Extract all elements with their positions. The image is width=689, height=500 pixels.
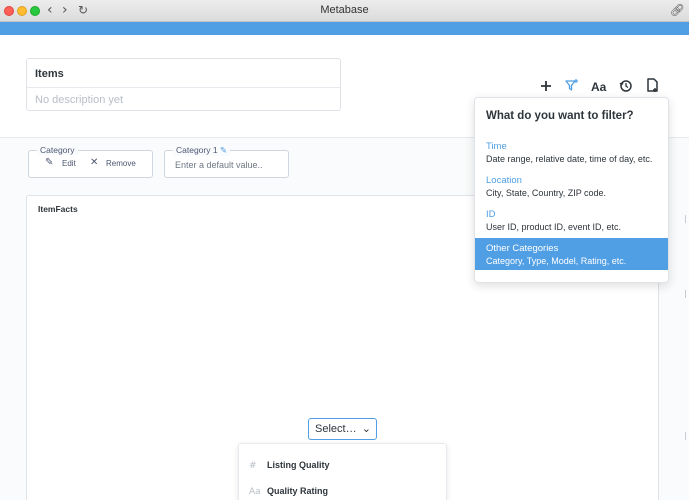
category-filter-widget[interactable]: Category ✎ Edit ✕ Remove xyxy=(28,145,153,178)
plus-icon[interactable] xyxy=(539,79,553,93)
option-description: Category, Type, Model, Rating, etc. xyxy=(486,256,627,266)
text-field-icon: Aa xyxy=(249,487,261,497)
window-title: Metabase xyxy=(320,4,369,16)
link-icon[interactable]: 🔗︎ xyxy=(670,3,685,17)
category-1-filter-widget[interactable]: Category 1 ✎ Enter a default value.. xyxy=(164,145,289,178)
popover-heading: What do you want to filter? xyxy=(486,110,634,122)
list-item[interactable]: # Listing Quality xyxy=(249,460,330,471)
option-name: ID xyxy=(486,209,496,220)
filter-option-other-categories[interactable]: Other Categories Category, Type, Model, … xyxy=(475,238,668,270)
filter-option-id[interactable]: ID User ID, product ID, event ID, etc. xyxy=(475,207,668,239)
pencil-icon[interactable]: ✎ xyxy=(220,146,227,156)
filter-option-time[interactable]: Time Date range, relative date, time of … xyxy=(475,139,668,171)
default-value-input[interactable]: Enter a default value.. xyxy=(175,160,263,170)
dashboard-title-card[interactable]: Items No description yet xyxy=(26,58,341,111)
right-edge-area xyxy=(669,138,689,500)
text-card-icon[interactable]: Aa xyxy=(591,79,606,95)
filter-type-popover: What do you want to filter? Time Date ra… xyxy=(474,97,669,283)
option-description: City, State, Country, ZIP code. xyxy=(486,188,607,198)
dashboard-title[interactable]: Items xyxy=(35,68,64,80)
select-label: Select… xyxy=(315,423,357,435)
card-title: ItemFacts xyxy=(38,204,78,214)
filter-label-row: Category 1 ✎ xyxy=(173,145,231,156)
chevron-down-icon: ⌄ xyxy=(361,422,371,435)
list-item[interactable]: Aa Quality Rating xyxy=(249,486,328,497)
dashboard-description[interactable]: No description yet xyxy=(35,94,123,106)
filter-label: Category xyxy=(37,145,78,155)
option-description: Date range, relative date, time of day, … xyxy=(486,154,653,164)
remove-filter-button[interactable]: Remove xyxy=(106,159,136,168)
select-dropdown-button[interactable]: Select… ⌄ xyxy=(308,418,377,440)
list-item-label: Listing Quality xyxy=(267,460,330,470)
edge-marker xyxy=(685,290,689,298)
edit-filter-button[interactable]: Edit xyxy=(62,159,76,168)
filter-plus-icon[interactable] xyxy=(564,78,579,93)
filter-option-location[interactable]: Location City, State, Country, ZIP code. xyxy=(475,173,668,205)
option-name: Time xyxy=(486,141,507,152)
save-icon[interactable] xyxy=(646,78,660,93)
pencil-icon: ✎ xyxy=(45,157,54,168)
filter-label: Category 1 xyxy=(176,145,218,155)
list-item-label: Quality Rating xyxy=(267,486,329,496)
option-description: User ID, product ID, event ID, etc. xyxy=(486,222,622,232)
option-name: Other Categories xyxy=(486,243,559,254)
divider xyxy=(27,87,340,88)
window-title-bar: ‹ › ↻ Metabase 🔗︎ xyxy=(0,0,689,22)
option-name: Location xyxy=(486,175,522,186)
close-icon: ✕ xyxy=(90,157,99,168)
history-icon[interactable] xyxy=(619,79,633,93)
edge-marker xyxy=(685,215,689,223)
edge-marker xyxy=(685,432,689,440)
app-nav-bar xyxy=(0,22,689,35)
number-field-icon: # xyxy=(249,461,257,471)
field-list-popover: # Listing Quality Aa Quality Rating xyxy=(238,443,447,500)
